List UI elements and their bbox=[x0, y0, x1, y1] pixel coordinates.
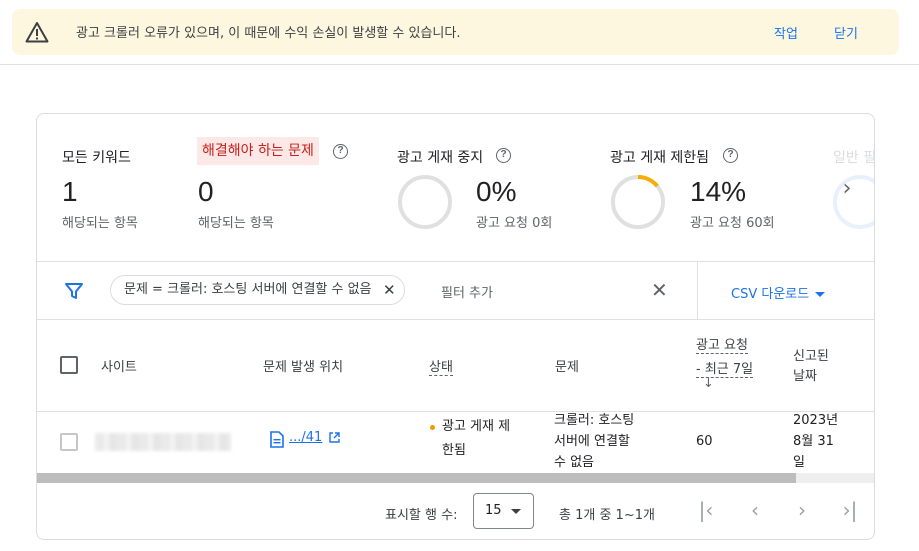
next-page-icon[interactable]: › bbox=[790, 498, 814, 522]
metric-stopped-sub: 광고 요청 0회 bbox=[476, 216, 553, 231]
column-header-location[interactable]: 문제 발생 위치 bbox=[263, 356, 343, 375]
rows-per-page-label: 표시할 행 수: bbox=[385, 508, 458, 523]
add-filter-input[interactable]: 필터 추가 bbox=[441, 282, 493, 301]
metric-stopped-title[interactable]: 광고 게재 중지 bbox=[397, 147, 483, 167]
divider bbox=[697, 262, 698, 319]
metric-problems-value: 0 bbox=[198, 176, 214, 207]
column-header-status[interactable]: 상태 bbox=[429, 356, 453, 376]
donut-chart-stopped bbox=[398, 175, 452, 229]
last-page-icon[interactable]: ›| bbox=[838, 498, 862, 522]
metric-limited-sub: 광고 요청 60회 bbox=[690, 216, 775, 231]
status-cell-cont: 한됨 bbox=[442, 443, 466, 458]
issue-cell-cont2: 수 없음 bbox=[554, 455, 595, 470]
caret-down-icon bbox=[815, 292, 826, 297]
alert-action-button[interactable]: 작업 bbox=[774, 23, 798, 42]
column-header-site[interactable]: 사이트 bbox=[101, 356, 137, 375]
rows-per-page-select[interactable]: 15 bbox=[473, 493, 534, 529]
open-in-new-icon[interactable] bbox=[329, 432, 340, 443]
date-cell-cont: 8월 31 bbox=[793, 434, 834, 449]
divider bbox=[0, 64, 919, 65]
column-header-reported-sub[interactable]: 날짜 bbox=[793, 365, 817, 384]
chevron-right-icon[interactable]: › bbox=[837, 176, 857, 201]
metric-problems-sub: 해당되는 항목 bbox=[198, 216, 274, 231]
metric-general-title: 일반 필 bbox=[833, 150, 875, 166]
filter-chip[interactable]: 문제 = 크롤러: 호스팅 서버에 연결할 수 없음 ✕ bbox=[110, 275, 405, 305]
location-link[interactable]: .../41 bbox=[289, 430, 322, 445]
row-checkbox[interactable] bbox=[60, 433, 78, 451]
divider bbox=[37, 319, 874, 320]
select-all-checkbox[interactable] bbox=[60, 356, 78, 374]
filter-icon[interactable] bbox=[64, 281, 84, 301]
divider bbox=[37, 261, 874, 262]
column-header-reported[interactable]: 신고된 bbox=[793, 345, 829, 364]
requests-cell: 60 bbox=[696, 434, 713, 449]
alert-message: 광고 크롤러 오류가 있으며, 이 때문에 수익 손실이 발생할 수 있습니다. bbox=[76, 26, 461, 41]
site-name-redacted bbox=[95, 433, 231, 451]
page-range: 총 1개 중 1~1개 bbox=[559, 508, 655, 523]
column-header-requests-sub[interactable]: - 최근 7일 bbox=[696, 358, 754, 378]
metric-all-value: 1 bbox=[62, 176, 78, 207]
filter-chip-label: 문제 = 크롤러: 호스팅 서버에 연결할 수 없음 bbox=[124, 282, 372, 297]
alert-dismiss-button[interactable]: 닫기 bbox=[834, 23, 858, 42]
csv-download-label: CSV 다운로드 bbox=[731, 287, 810, 302]
issue-cell-cont: 서버에 연결할 bbox=[554, 434, 630, 449]
document-icon bbox=[270, 431, 284, 448]
divider bbox=[37, 411, 874, 412]
column-header-issue[interactable]: 문제 bbox=[555, 356, 579, 375]
column-header-requests[interactable]: 광고 요청 bbox=[696, 334, 748, 354]
metric-limited-title[interactable]: 광고 게재 제한됨 bbox=[610, 147, 709, 167]
date-cell: 2023년 bbox=[793, 413, 839, 428]
help-icon[interactable]: ? bbox=[723, 148, 738, 163]
metric-all-sub: 해당되는 항목 bbox=[62, 216, 138, 231]
first-page-icon[interactable]: |‹ bbox=[694, 498, 718, 522]
caret-down-icon bbox=[511, 509, 521, 514]
clear-filters-close-icon[interactable]: ✕ bbox=[651, 278, 668, 302]
date-cell-cont2: 일 bbox=[793, 455, 805, 470]
donut-chart-limited bbox=[611, 175, 665, 229]
status-cell: 광고 게재 제 bbox=[442, 419, 511, 434]
help-icon[interactable]: ? bbox=[333, 144, 348, 159]
previous-page-icon[interactable]: ‹ bbox=[743, 498, 767, 522]
issue-cell: 크롤러: 호스팅 bbox=[554, 413, 635, 428]
scrollbar-thumb[interactable] bbox=[37, 473, 796, 483]
metric-limited-value: 14% bbox=[690, 176, 747, 207]
status-dot bbox=[430, 425, 435, 430]
rows-per-page-value: 15 bbox=[485, 503, 502, 518]
close-icon[interactable]: ✕ bbox=[383, 276, 396, 304]
csv-download-button[interactable]: CSV 다운로드 bbox=[731, 283, 826, 302]
help-icon[interactable]: ? bbox=[496, 148, 511, 163]
issues-card: 모든 키워드 1 해당되는 항목 해결해야 하는 문제 ? 0 해당되는 항목 … bbox=[36, 113, 875, 540]
metric-all-title[interactable]: 모든 키워드 bbox=[62, 147, 131, 167]
arrow-down-icon[interactable]: ↓ bbox=[703, 376, 714, 391]
metric-stopped-value: 0% bbox=[476, 176, 517, 207]
metric-problems-title[interactable]: 해결해야 하는 문제 bbox=[197, 137, 319, 165]
warning-icon bbox=[25, 22, 49, 43]
